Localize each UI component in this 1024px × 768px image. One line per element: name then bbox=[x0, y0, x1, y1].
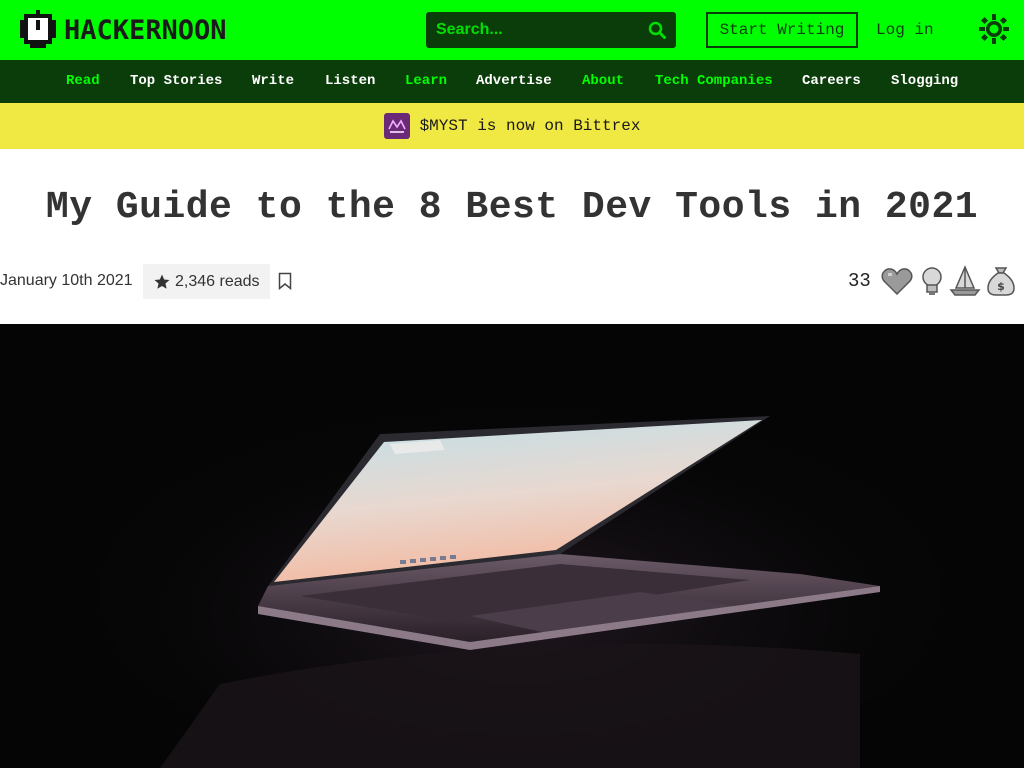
article-title: My Guide to the 8 Best Dev Tools in 2021 bbox=[45, 186, 979, 229]
main-nav: Read Top Stories Write Listen Learn Adve… bbox=[0, 60, 1024, 103]
myst-logo-icon bbox=[383, 113, 410, 139]
banner-text: $MYST is now on Bittrex bbox=[419, 117, 641, 135]
start-writing-button[interactable]: Start Writing bbox=[706, 12, 858, 48]
hackernoon-logo-icon bbox=[20, 10, 56, 48]
nav-item-careers[interactable]: Careers bbox=[802, 73, 861, 89]
nav-item-about[interactable]: About bbox=[582, 73, 624, 89]
search-box bbox=[426, 12, 676, 48]
hero-image bbox=[0, 324, 1024, 768]
search-icon[interactable] bbox=[648, 21, 666, 39]
nav-item-learn[interactable]: Learn bbox=[405, 73, 447, 89]
nav-item-slogging[interactable]: Slogging bbox=[891, 73, 958, 89]
nav-item-listen[interactable]: Listen bbox=[325, 73, 375, 89]
search-input[interactable] bbox=[436, 13, 636, 47]
hackernoon-logo[interactable]: HACKERNOON bbox=[20, 10, 227, 50]
nav-item-read[interactable]: Read bbox=[66, 73, 100, 89]
nav-item-advertise[interactable]: Advertise bbox=[476, 73, 552, 89]
promo-banner[interactable]: $MYST is now on Bittrex bbox=[0, 103, 1024, 149]
login-button[interactable]: Log in bbox=[876, 18, 934, 42]
top-bar: HACKERNOON Start Writing Log in bbox=[0, 0, 1024, 60]
lightbulb-icon[interactable] bbox=[915, 264, 949, 298]
reads-count: 2,346 reads bbox=[175, 272, 260, 290]
star-icon bbox=[154, 274, 170, 289]
laptop-illustration bbox=[0, 324, 1024, 768]
reaction-count: 33 bbox=[848, 270, 871, 292]
nav-item-write[interactable]: Write bbox=[252, 73, 294, 89]
reads-badge: 2,346 reads bbox=[143, 264, 270, 299]
bookmark-icon[interactable] bbox=[278, 272, 292, 290]
article-date: January 10th 2021 bbox=[0, 272, 133, 289]
heart-icon[interactable] bbox=[880, 264, 914, 298]
nav-item-top-stories[interactable]: Top Stories bbox=[130, 73, 222, 89]
sun-icon[interactable] bbox=[978, 13, 1010, 45]
money-bag-icon[interactable]: $ bbox=[984, 264, 1018, 298]
svg-text:$: $ bbox=[997, 280, 1005, 293]
boat-icon[interactable] bbox=[948, 264, 982, 298]
nav-item-tech-companies[interactable]: Tech Companies bbox=[655, 73, 773, 89]
logo-text: HACKERNOON bbox=[64, 14, 227, 46]
